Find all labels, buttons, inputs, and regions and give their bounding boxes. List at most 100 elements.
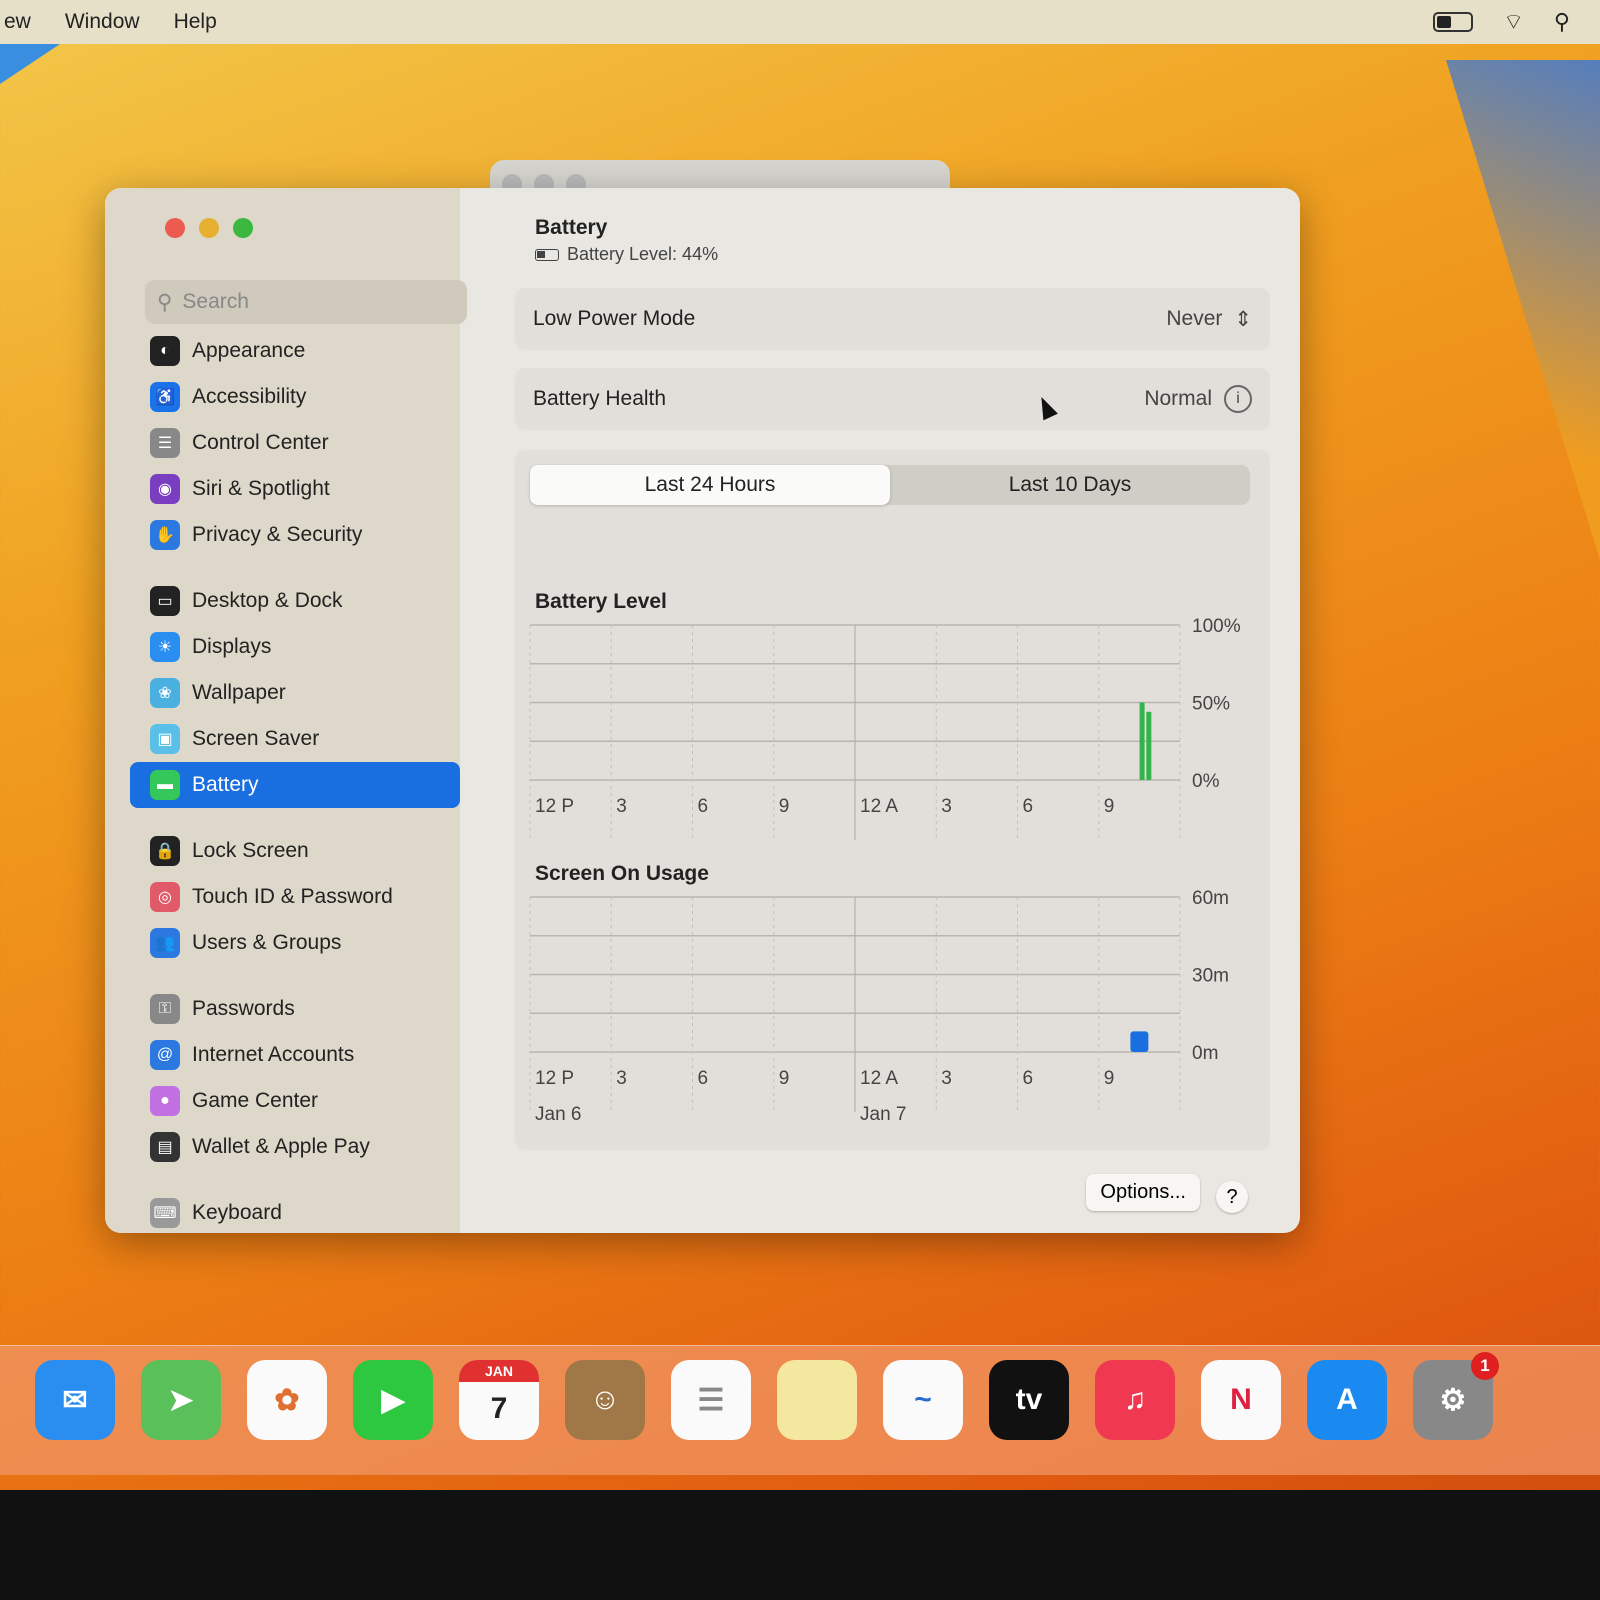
date-label: Jan 7 [860, 1104, 906, 1125]
control-center-icon: ☰ [150, 428, 180, 458]
minimize-button[interactable] [199, 218, 219, 238]
x-tick-label: 3 [941, 796, 952, 817]
dock-mail-icon[interactable]: ✉ [35, 1360, 115, 1440]
sidebar-item-label: Passwords [192, 997, 295, 1020]
dock-app-store-icon[interactable]: A [1307, 1360, 1387, 1440]
dock-maps-icon[interactable]: ➤ [141, 1360, 221, 1440]
menu-bar: ew Window Help ⌔ ⚲ [0, 0, 1600, 44]
sidebar-item-internet-accounts[interactable]: @ Internet Accounts [130, 1032, 460, 1078]
sidebar-item-appearance[interactable]: ◐ Appearance [130, 328, 460, 374]
app-glyph: ☺ [589, 1383, 621, 1416]
sidebar-item-label: Internet Accounts [192, 1043, 355, 1066]
menu-help[interactable]: Help [174, 10, 217, 34]
sidebar-item-wallet-apple-pay[interactable]: ▤ Wallet & Apple Pay [130, 1124, 460, 1170]
sidebar-item-label: Wallpaper [192, 681, 286, 704]
info-icon[interactable]: i [1224, 385, 1252, 413]
zoom-button[interactable] [233, 218, 253, 238]
x-tick-label: 12 A [860, 796, 898, 817]
y-tick-label: 100% [1192, 616, 1241, 637]
sidebar-item-touch-id-password[interactable]: ◎ Touch ID & Password [130, 874, 460, 920]
time-range-segmented-control: Last 24 Hours Last 10 Days [530, 465, 1250, 505]
search-input[interactable]: ⚲ Search [145, 280, 467, 324]
low-power-mode-row: Low Power Mode Never ⇕ [515, 288, 1270, 350]
help-button[interactable]: ? [1216, 1181, 1248, 1213]
sidebar-item-displays[interactable]: ☀ Displays [130, 624, 460, 670]
screen-saver-icon: ▣ [150, 724, 180, 754]
x-tick-label: 9 [1104, 796, 1115, 817]
sidebar-item-label: Control Center [192, 431, 329, 454]
dock-contacts-icon[interactable]: ☺ [565, 1360, 645, 1440]
sidebar-item-game-center[interactable]: ● Game Center [130, 1078, 460, 1124]
app-glyph: ➤ [168, 1383, 194, 1417]
dock-freeform-icon[interactable]: ~ [883, 1360, 963, 1440]
date-label: Jan 6 [535, 1104, 581, 1125]
low-power-mode-value: Never [1166, 307, 1223, 330]
battery-level-bar [1146, 711, 1152, 780]
internet-accounts-icon: @ [150, 1040, 180, 1070]
battery-status-icon[interactable] [1433, 12, 1474, 32]
options-button[interactable]: Options... [1086, 1174, 1200, 1211]
x-tick-label: 9 [1104, 1068, 1115, 1089]
sidebar-item-label: Game Center [192, 1089, 319, 1112]
menu-window[interactable]: Window [65, 10, 140, 34]
battery-level-chart-title: Battery Level [535, 590, 667, 613]
x-tick-label: 6 [1023, 1068, 1034, 1089]
laptop-bezel [0, 1490, 1600, 1600]
close-button[interactable] [165, 218, 185, 238]
battery-icon: ▬ [150, 770, 180, 800]
dock-news-icon[interactable]: N [1201, 1360, 1281, 1440]
sidebar-item-label: Keyboard [192, 1201, 282, 1224]
sidebar-item-label: Accessibility [192, 385, 307, 408]
sidebar-item-privacy-security[interactable]: ✋ Privacy & Security [130, 512, 460, 558]
siri-spotlight-icon: ◉ [150, 474, 180, 504]
sidebar-item-label: Displays [192, 635, 272, 658]
app-glyph: tv [1015, 1383, 1043, 1416]
battery-level-text: Battery Level: 44% [567, 244, 719, 264]
menu-view[interactable]: ew [4, 10, 31, 34]
sidebar-item-accessibility[interactable]: ♿ Accessibility [130, 374, 460, 420]
x-tick-label: 9 [779, 1068, 790, 1089]
dock-system-settings-icon[interactable]: ⚙ 1 [1413, 1352, 1499, 1440]
sidebar-item-wallpaper[interactable]: ❀ Wallpaper [130, 670, 460, 716]
dock-notes-icon[interactable] [777, 1360, 857, 1440]
dock-music-icon[interactable]: ♫ [1095, 1360, 1175, 1440]
sidebar-item-lock-screen[interactable]: 🔒 Lock Screen [130, 828, 460, 874]
game-center-icon: ● [150, 1086, 180, 1116]
y-tick-label: 50% [1192, 694, 1230, 715]
app-glyph: ✉ [62, 1383, 88, 1417]
x-tick-label: 12 P [535, 1068, 574, 1089]
y-tick-label: 30m [1192, 966, 1229, 987]
x-tick-label: 6 [1023, 796, 1034, 817]
wallet-apple-pay-icon: ▤ [150, 1132, 180, 1162]
dock-reminders-icon[interactable]: ☰ [671, 1360, 751, 1440]
y-tick-label: 0% [1192, 771, 1220, 792]
x-tick-label: 6 [698, 796, 709, 817]
dock-facetime-icon[interactable]: ▶ [353, 1360, 433, 1440]
page-title: Battery [535, 216, 608, 239]
sidebar-item-battery[interactable]: ▬ Battery [130, 762, 460, 808]
dock-photos-icon[interactable]: ✿ [247, 1360, 327, 1440]
sidebar-item-screen-saver[interactable]: ▣ Screen Saver [130, 716, 460, 762]
dock-calendar-icon[interactable]: JAN 7 [459, 1360, 539, 1440]
tab-last-10-days[interactable]: Last 10 Days [890, 465, 1250, 505]
wallpaper-accent [0, 44, 60, 84]
low-power-mode-select[interactable]: Never ⇕ [1166, 307, 1252, 332]
sidebar-item-label: Desktop & Dock [192, 589, 343, 612]
sidebar-item-passwords[interactable]: ⚿ Passwords [130, 986, 460, 1032]
sidebar: ⚲ Search ◐ Appearance ♿ Accessibility ☰ Contr… [105, 188, 467, 1233]
battery-health-label: Battery Health [533, 387, 667, 410]
keyboard-icon: ⌨ [150, 1198, 180, 1228]
dock-tv-icon[interactable]: tv [989, 1360, 1069, 1440]
wifi-icon[interactable]: ⌔ [1503, 8, 1524, 36]
users-groups-icon: 👥 [150, 928, 180, 958]
spotlight-search-icon[interactable]: ⚲ [1554, 9, 1570, 35]
y-tick-label: 60m [1192, 888, 1229, 909]
sidebar-item-siri-spotlight[interactable]: ◉ Siri & Spotlight [130, 466, 460, 512]
sidebar-item-control-center[interactable]: ☰ Control Center [130, 420, 460, 466]
sidebar-item-users-groups[interactable]: 👥 Users & Groups [130, 920, 460, 966]
sidebar-item-desktop-dock[interactable]: ▭ Desktop & Dock [130, 578, 460, 624]
sidebar-item-keyboard[interactable]: ⌨ Keyboard [130, 1190, 460, 1233]
tab-last-24-hours[interactable]: Last 24 Hours [530, 465, 890, 505]
x-tick-label: 3 [941, 1068, 952, 1089]
sidebar-list: ◐ Appearance ♿ Accessibility ☰ Control Center… [130, 328, 460, 1233]
